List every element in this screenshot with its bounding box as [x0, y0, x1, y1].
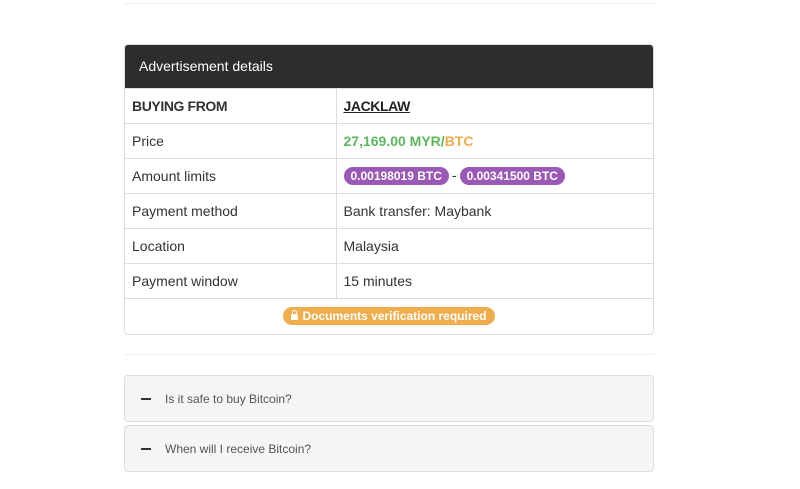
buying-from-label: BUYING FROM [125, 88, 337, 124]
advertisement-details-panel: Advertisement details BUYING FROM JACKLA… [124, 44, 654, 335]
location-label: Location [125, 228, 337, 264]
verification-text: Documents verification required [302, 309, 487, 324]
amount-limits-label: Amount limits [125, 158, 337, 194]
limit-separator: - [451, 167, 457, 183]
payment-method-label: Payment method [125, 193, 337, 229]
minus-icon [141, 447, 151, 450]
verification-badge: Documents verification required [283, 307, 495, 326]
payment-window-value: 15 minutes [336, 263, 653, 299]
faq-question: When will I receive Bitcoin? [165, 441, 312, 456]
details-table: BUYING FROM JACKLAW Price 27,169.00 MYR/… [125, 88, 653, 334]
minus-icon [141, 397, 151, 400]
seller-link[interactable]: JACKLAW [344, 98, 411, 114]
price-currency: BTC [444, 133, 474, 149]
table-row: Documents verification required [125, 298, 653, 334]
max-limit-badge: 0.00341500 BTC [459, 167, 565, 185]
table-row: Price 27,169.00 MYR/BTC [125, 123, 653, 159]
table-row: BUYING FROM JACKLAW [125, 88, 653, 124]
table-row: Location Malaysia [125, 228, 653, 264]
price-label: Price [125, 123, 337, 159]
location-value: Malaysia [336, 228, 653, 264]
table-row: Payment method Bank transfer: Maybank [125, 193, 653, 229]
seller-cell: JACKLAW [336, 88, 653, 124]
faq-item-safe[interactable]: Is it safe to buy Bitcoin? [124, 375, 654, 422]
price-cell: 27,169.00 MYR/BTC [336, 123, 653, 159]
payment-window-label: Payment window [125, 263, 337, 299]
min-limit-badge: 0.00198019 BTC [343, 167, 449, 185]
panel-title: Advertisement details [125, 45, 653, 88]
table-row: Amount limits 0.00198019 BTC -0.00341500 … [125, 158, 653, 194]
price-amount: 27,169.00 MYR [343, 133, 441, 149]
table-row: Payment window 15 minutes [125, 263, 653, 299]
verification-cell: Documents verification required [125, 298, 653, 334]
lock-icon [291, 310, 299, 321]
faq-item-receive[interactable]: When will I receive Bitcoin? [124, 425, 654, 472]
payment-method-value: Bank transfer: Maybank [336, 193, 653, 229]
section-divider [124, 354, 654, 355]
faq-question: Is it safe to buy Bitcoin? [165, 391, 292, 406]
amount-limits-cell: 0.00198019 BTC -0.00341500 BTC [336, 158, 653, 194]
top-divider [124, 3, 654, 4]
